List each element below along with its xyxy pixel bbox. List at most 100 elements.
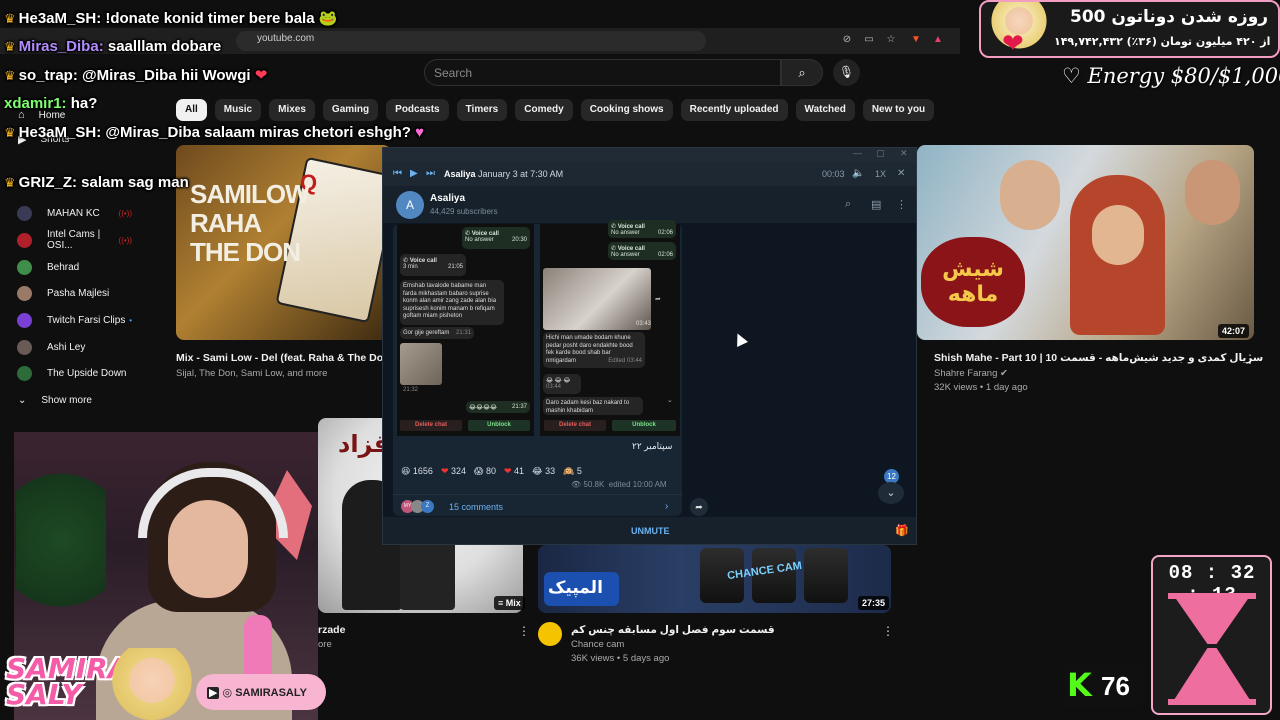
video-meta: 36K views • 5 days ago (571, 653, 670, 664)
bookmark-icon[interactable]: ☆ (885, 34, 897, 46)
photo-thumbnail[interactable] (543, 268, 651, 330)
sidebar-item-label: Intel Cams | OSI... (47, 229, 101, 251)
instagram-icon: ◎ (222, 687, 233, 699)
video-title[interactable]: Shish Mahe - Part 10 | 10 سریال کمدی و ج… (934, 352, 1263, 364)
search-input[interactable]: Search (434, 66, 472, 80)
chip-mixes[interactable]: Mixes (269, 99, 315, 121)
sidebar-item-twitch-farsi-clips[interactable]: Twitch Farsi Clips • (0, 307, 150, 333)
close-player-icon[interactable]: ✕ (897, 168, 905, 179)
sidebar-toggle-icon[interactable]: ▤ (871, 198, 881, 211)
volume-icon[interactable]: 🔈 (852, 168, 864, 179)
playback-speed[interactable]: 1X (875, 169, 886, 179)
subscriber-badge-icon: ♛ (4, 68, 16, 83)
chip-cooking-shows[interactable]: Cooking shows (580, 99, 673, 121)
close-icon[interactable]: ✕ (900, 148, 908, 159)
subscriber-badge-icon: ♛ (4, 39, 16, 54)
maximize-icon[interactable]: ▢ (876, 148, 885, 159)
unblock-button[interactable]: Unblock (468, 420, 530, 431)
reaction-monkey[interactable]: 🙉 5 (563, 466, 582, 477)
sidebar-show-more[interactable]: ⌄ Show more (0, 387, 150, 413)
gift-icon[interactable]: 🎁 (895, 524, 909, 537)
video-meta: Sijal, The Don, Sami Low, and more (176, 368, 328, 379)
energy-goal: ♡ Energy $80/$1,000 (1062, 64, 1280, 88)
chat-message: ♛ He3aM_SH: @Miras_Diba salaam miras chet… (4, 124, 425, 141)
reaction-scream[interactable]: 😱 80 (474, 466, 496, 477)
message-bubble: Daro zadam kesi baz nakard to mashin kha… (543, 397, 643, 415)
screen-share-icon[interactable]: ▭ (863, 34, 875, 46)
chip-recently-uploaded[interactable]: Recently uploaded (680, 99, 788, 121)
search-icon[interactable]: ⌕ (781, 59, 823, 86)
chip-all[interactable]: All (176, 99, 207, 121)
reaction-red-heart[interactable]: ❤ 41 (504, 466, 524, 477)
more-menu-icon[interactable]: ⋮ (896, 198, 907, 211)
mute-tab-icon[interactable]: ⊘ (841, 34, 853, 46)
search-icon[interactable]: ⌕ (845, 198, 851, 211)
brave-shield-icon[interactable]: ▼ (910, 34, 922, 46)
chevron-down-icon[interactable]: ⌄ (667, 396, 673, 404)
channel-avatar[interactable] (538, 622, 562, 646)
photo-thumbnail[interactable] (400, 343, 442, 385)
comments-link[interactable]: 15 comments (449, 502, 503, 512)
reaction-tears[interactable]: 😂 33 (532, 466, 555, 477)
channel-name[interactable]: Asaliya (430, 193, 465, 204)
thumbnail-art-text: المپیک (548, 578, 603, 597)
next-icon[interactable]: ⏭ (426, 168, 435, 179)
sidebar-item-the-upside-down[interactable]: The Upside Down (0, 360, 150, 386)
minimize-icon[interactable]: — (853, 148, 862, 158)
scroll-down-icon[interactable]: ⌄ (878, 482, 904, 504)
heart-emote-icon: ♥ (415, 124, 425, 141)
channel-header (383, 186, 916, 224)
chip-timers[interactable]: Timers (456, 99, 508, 121)
chip-gaming[interactable]: Gaming (322, 99, 379, 121)
unblock-button[interactable]: Unblock (612, 420, 676, 431)
channel-avatar[interactable]: A (396, 191, 424, 219)
chip-podcasts[interactable]: Podcasts (386, 99, 449, 121)
search-box[interactable] (424, 59, 781, 86)
sidebar-item-pasha-majlesi[interactable]: Pasha Majlesi (0, 280, 150, 306)
reaction-laugh[interactable]: 😆 1656 (401, 466, 433, 477)
sidebar-item-label: MAHAN KC (47, 207, 100, 219)
video-title[interactable]: قسمت سوم فصل اول مسابقه چنس کم (571, 624, 775, 636)
kick-icon: K (1067, 666, 1092, 704)
delete-chat-button[interactable]: Delete chat (400, 420, 462, 431)
sidebar-item-intel-cams[interactable]: Intel Cams | OSI... ((•)) (0, 227, 150, 253)
channel-name[interactable]: Chance cam (571, 639, 624, 650)
pepe-emote-icon: 🐸 (318, 10, 338, 27)
video-title[interactable]: Mix - Sami Low - Del (feat. Raha & The D… (176, 352, 393, 364)
message-bubble: Gor gije gereftam 21:31 (400, 327, 474, 339)
more-actions-icon[interactable]: ⋮ (882, 624, 894, 638)
play-icon[interactable]: ▶ (410, 168, 418, 179)
chevron-right-icon[interactable]: › (665, 501, 668, 512)
chip-new-to-you[interactable]: New to you (862, 99, 935, 121)
share-icon[interactable]: ➦ (690, 498, 708, 516)
chip-music[interactable]: Music (214, 99, 262, 121)
viewer-count: 76 (1101, 671, 1130, 701)
sidebar-item-mahan-kc[interactable]: MAHAN KC ((•)) (0, 200, 150, 226)
live-indicator-icon: ((•)) (118, 235, 132, 245)
delete-chat-button[interactable]: Delete chat (544, 420, 606, 431)
chip-watched[interactable]: Watched (795, 99, 855, 121)
sidebar-item-label: Show more (41, 394, 92, 406)
rewards-icon[interactable]: ▲ (932, 34, 944, 46)
channel-name[interactable]: Shahre Farang ✔ (934, 368, 1008, 379)
reaction-heart[interactable]: ❤ 324 (441, 466, 466, 477)
player-time: 00:03 (822, 169, 845, 179)
sidebar-item-behrad[interactable]: Behrad (0, 254, 150, 280)
show-logo-text: شیش ماهه (942, 257, 1004, 307)
chip-comedy[interactable]: Comedy (515, 99, 573, 121)
sidebar-item-ashi-ley[interactable]: Ashi Ley (0, 334, 150, 360)
forward-icon[interactable]: ➦ (655, 295, 661, 303)
avatar: Z (421, 500, 434, 513)
filter-chips: All Music Mixes Gaming Podcasts Timers C… (176, 99, 935, 121)
new-content-dot-icon: • (129, 315, 132, 325)
previous-icon[interactable]: ⏮ (393, 168, 402, 179)
eye-icon: 👁 (571, 480, 584, 489)
sidebar-item-label: Twitch Farsi Clips (47, 314, 126, 326)
microphone-icon[interactable]: 🎙 (833, 59, 860, 86)
url-text[interactable]: youtube.com (257, 33, 314, 44)
unmute-button[interactable]: UNMUTE (631, 526, 670, 536)
video-title[interactable]: rzade (318, 624, 345, 636)
more-actions-icon[interactable]: ⋮ (518, 624, 530, 638)
voice-call-bubble: ✆ Voice call 3 min 21:05 (400, 254, 466, 276)
more-actions-icon[interactable]: ⋮ (1244, 352, 1256, 366)
